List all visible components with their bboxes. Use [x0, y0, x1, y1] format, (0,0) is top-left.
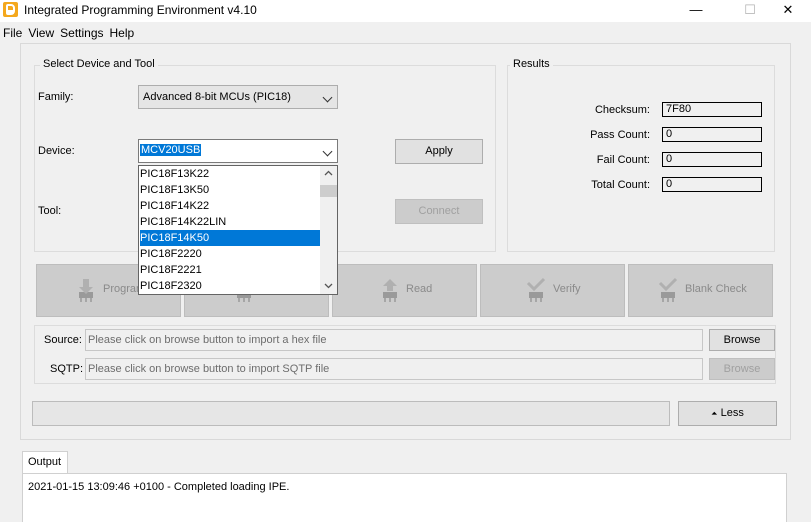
total-count-value: 0	[662, 177, 762, 192]
verify-button[interactable]: Verify	[480, 264, 625, 317]
pass-count-value: 0	[662, 127, 762, 142]
minimize-button[interactable]: —	[673, 0, 719, 22]
list-item[interactable]: PIC18F14K22	[140, 198, 321, 214]
close-button[interactable]: ✕	[765, 0, 811, 22]
source-browse-button[interactable]: Browse	[709, 329, 775, 351]
sqtp-browse-button[interactable]: Browse	[709, 358, 775, 380]
read-label: Read	[406, 283, 433, 295]
blank-check-chip-icon	[658, 277, 678, 302]
scrollbar-arrows-icon	[320, 170, 337, 289]
blank-check-label: Blank Check	[685, 283, 747, 295]
list-item[interactable]: PIC18F2320	[140, 278, 321, 294]
sqtp-field[interactable]: Please click on browse button to import …	[85, 358, 703, 380]
list-item[interactable]: PIC18F2221	[140, 262, 321, 278]
device-tool-group-title: Select Device and Tool	[40, 58, 158, 70]
sqtp-label: SQTP:	[50, 363, 84, 375]
results-group-title: Results	[510, 58, 553, 70]
menu-bar: File View Settings Help	[0, 24, 811, 42]
blank-check-button[interactable]: Blank Check	[628, 264, 773, 317]
title-bar: Integrated Programming Environment v4.10…	[0, 0, 811, 22]
menu-settings[interactable]: Settings	[57, 24, 106, 42]
less-button-label: Less	[720, 407, 744, 419]
list-item[interactable]: PIC18F13K22	[140, 166, 321, 182]
window-title: Integrated Programming Environment v4.10	[24, 3, 257, 17]
list-item[interactable]: PIC18F14K22LIN	[140, 214, 321, 230]
total-count-label: Total Count:	[591, 179, 650, 191]
chevron-down-icon	[322, 146, 333, 157]
list-item[interactable]: PIC18F2220	[140, 246, 321, 262]
apply-button[interactable]: Apply	[395, 139, 483, 164]
device-input-value[interactable]: MCV20USB	[140, 144, 202, 156]
connect-button[interactable]: Connect	[395, 199, 483, 224]
device-combobox[interactable]: MCV20USB	[138, 139, 338, 163]
device-dropdown-list[interactable]: PIC18F13K22 PIC18F13K50 PIC18F14K22 PIC1…	[138, 165, 338, 295]
family-dropdown-value: Advanced 8-bit MCUs (PIC18)	[143, 91, 291, 103]
menu-file[interactable]: File	[0, 24, 25, 42]
menu-help[interactable]: Help	[107, 24, 138, 42]
chevron-down-icon	[322, 92, 333, 103]
less-button[interactable]: ⏶ Less	[678, 401, 777, 426]
app-logo-icon	[3, 2, 18, 17]
collapse-up-icon: ⏶	[711, 409, 718, 418]
output-log: 2021-01-15 13:09:46 +0100 - Completed lo…	[22, 473, 787, 522]
progress-bar	[32, 401, 670, 426]
tab-output[interactable]: Output	[22, 451, 68, 473]
verify-chip-icon	[526, 277, 546, 302]
source-field[interactable]: Please click on browse button to import …	[85, 329, 703, 351]
menu-view[interactable]: View	[25, 24, 57, 42]
verify-label: Verify	[553, 283, 581, 295]
read-chip-icon	[383, 279, 397, 302]
list-item-highlighted[interactable]: PIC18F14K50	[140, 230, 321, 246]
family-label: Family:	[38, 91, 74, 103]
read-button[interactable]: Read	[332, 264, 477, 317]
family-dropdown[interactable]: Advanced 8-bit MCUs (PIC18)	[138, 85, 338, 109]
program-chip-icon	[79, 279, 93, 302]
checksum-label: Checksum:	[594, 104, 650, 116]
device-list-scrollbar[interactable]	[320, 166, 337, 294]
device-label: Device:	[38, 145, 75, 157]
fail-count-label: Fail Count:	[596, 154, 650, 166]
checksum-value: 7F80	[662, 102, 762, 117]
pass-count-label: Pass Count:	[590, 129, 650, 141]
list-item[interactable]: PIC18F13K50	[140, 182, 321, 198]
fail-count-value: 0	[662, 152, 762, 167]
source-label: Source:	[44, 334, 82, 346]
tool-label: Tool:	[38, 205, 62, 217]
